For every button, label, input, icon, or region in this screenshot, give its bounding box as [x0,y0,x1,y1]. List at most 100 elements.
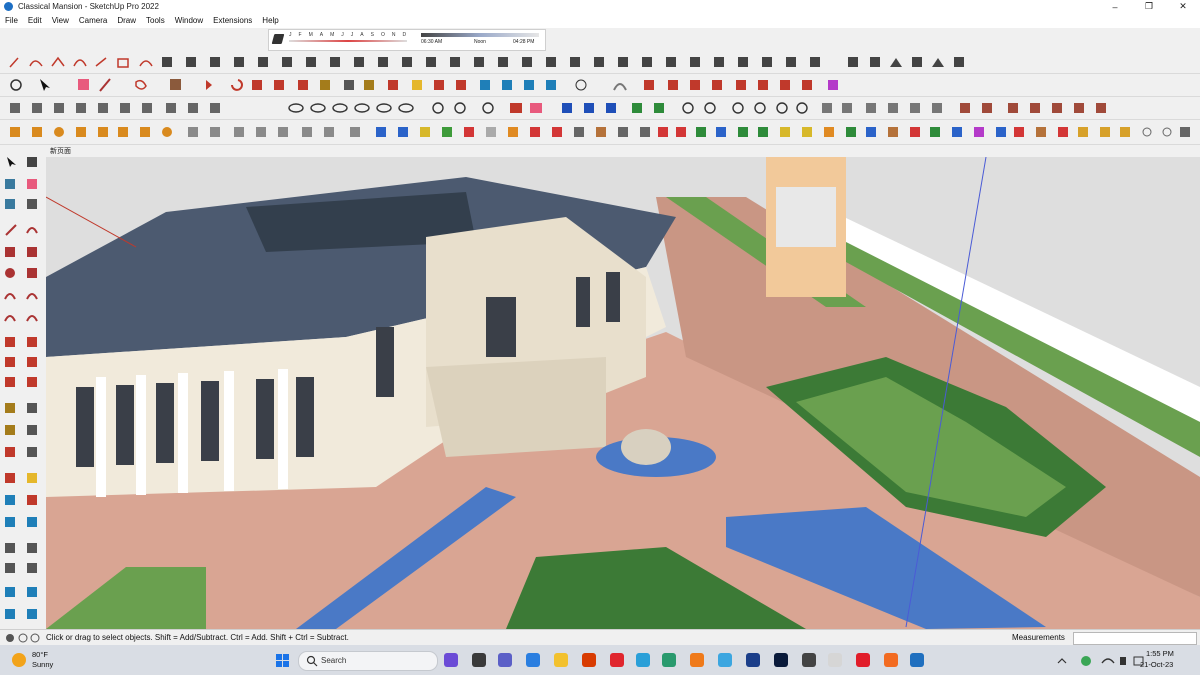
move-tool-icon [5,337,15,347]
shaded-icon [98,103,108,113]
office-icon[interactable] [582,653,596,667]
chrome-icon[interactable] [828,653,842,667]
move-icon [206,80,212,90]
pie-tool-icon [4,315,16,322]
toolbar-icons-4[interactable] [0,120,1200,144]
menu-help[interactable]: Help [257,16,283,25]
paint-red-icon [464,127,474,137]
copilot-icon[interactable] [444,653,458,667]
split-icon [642,57,652,67]
text-tool-icon [27,425,37,435]
app-icon[interactable] [662,653,676,667]
telegram-icon[interactable] [636,653,650,667]
select-tool-icon [7,157,16,167]
app-icon[interactable] [718,653,732,667]
close-button[interactable]: ✕ [1166,0,1200,13]
menu-bar: File Edit View Camera Draw Tools Window … [0,13,1200,28]
weather-condition: Sunny [32,660,54,669]
toolbar-icons-2[interactable] [0,74,1200,96]
intersect-icon [562,103,572,113]
sketchup-taskbar-icon[interactable] [910,653,924,667]
page-icon [574,127,584,137]
file-explorer-icon[interactable] [526,653,540,667]
minimize-button[interactable]: – [1098,0,1132,13]
pencil-tool-icon [27,199,37,209]
menu-file[interactable]: File [0,16,23,25]
join-icon [618,57,628,67]
group-icon [474,57,484,67]
loft-icon [738,57,748,67]
soundcloud-icon[interactable] [884,653,898,667]
array-icon [450,57,460,67]
title-bar: Classical Mansion - SketchUp Pro 2022 – … [0,0,1200,13]
shadow-toggle-icon[interactable] [271,34,285,44]
ruler-icon [98,127,108,137]
tool-icon [974,127,984,137]
search-placeholder: Search [321,656,347,665]
walk-icon [575,79,587,91]
store-icon [912,57,922,67]
start-button[interactable] [276,654,289,667]
shadow-date-slider[interactable] [289,40,407,42]
menu-view[interactable]: View [47,16,74,25]
menu-camera[interactable]: Camera [74,16,112,25]
weather-sun-icon[interactable] [12,653,26,667]
zoom-window-icon [27,495,37,505]
menu-edit[interactable]: Edit [23,16,47,25]
primitive-icon [210,127,220,137]
tag-tool-icon [5,199,15,209]
folder-icon[interactable] [554,653,568,667]
model-viewport[interactable] [46,157,1200,629]
next-view-icon [546,80,556,90]
textured-icon [120,103,130,113]
tool-icon [618,127,628,137]
scene-tab[interactable]: 新页面 [50,146,71,156]
teams-icon[interactable] [498,653,512,667]
component-tool-icon [27,157,37,167]
shadow-time-start: 06:30 AM [421,39,443,45]
menu-tools[interactable]: Tools [141,16,170,25]
toolbar-row-2 [0,74,1200,97]
rotate-tool-icon [5,357,15,367]
system-tray[interactable] [1054,651,1144,671]
arc-icon [29,60,43,67]
menu-draw[interactable]: Draw [112,16,141,25]
opera-icon[interactable] [610,653,624,667]
eraser-icon [78,79,89,90]
mirror-icon [546,57,556,67]
app-icon[interactable] [746,653,760,667]
task-view-icon[interactable] [472,653,486,667]
help-icon [30,633,40,643]
menu-extensions[interactable]: Extensions [208,16,257,25]
material-icon [982,103,992,113]
component-icon [498,57,508,67]
measurements-input[interactable] [1073,632,1197,645]
clock-time[interactable]: 1:55 PM [1146,649,1174,658]
polygon-tool-icon [27,268,37,278]
taskbar-search[interactable]: Search [298,651,438,671]
toolbar-icons-3[interactable] [0,97,1200,119]
maximize-button[interactable]: ❐ [1132,0,1166,13]
tool-icon [802,127,812,137]
app-icon[interactable] [802,653,816,667]
back-edges-icon [32,103,42,113]
ellipse-icon [354,103,370,113]
toolbar-icons-1[interactable] [0,51,1200,73]
pinterest-icon[interactable] [856,653,870,667]
clock-date[interactable]: 21-Oct-23 [1140,660,1173,669]
brave-icon[interactable] [690,653,704,667]
left-toolbar-icons[interactable] [0,153,46,629]
arched-window [76,387,94,467]
monochrome-icon [142,103,152,113]
shadow-time-slider[interactable] [421,33,539,37]
primitive-icon [302,127,312,137]
stamp-icon [736,80,746,90]
grid-icon [594,57,604,67]
3dtext-tool-icon [27,447,37,457]
photoshop-icon[interactable] [774,653,788,667]
tool-icon [996,127,1006,137]
style-icon [754,102,766,114]
gear-icon [10,127,20,137]
tool-icon [1120,127,1130,137]
menu-window[interactable]: Window [170,16,208,25]
